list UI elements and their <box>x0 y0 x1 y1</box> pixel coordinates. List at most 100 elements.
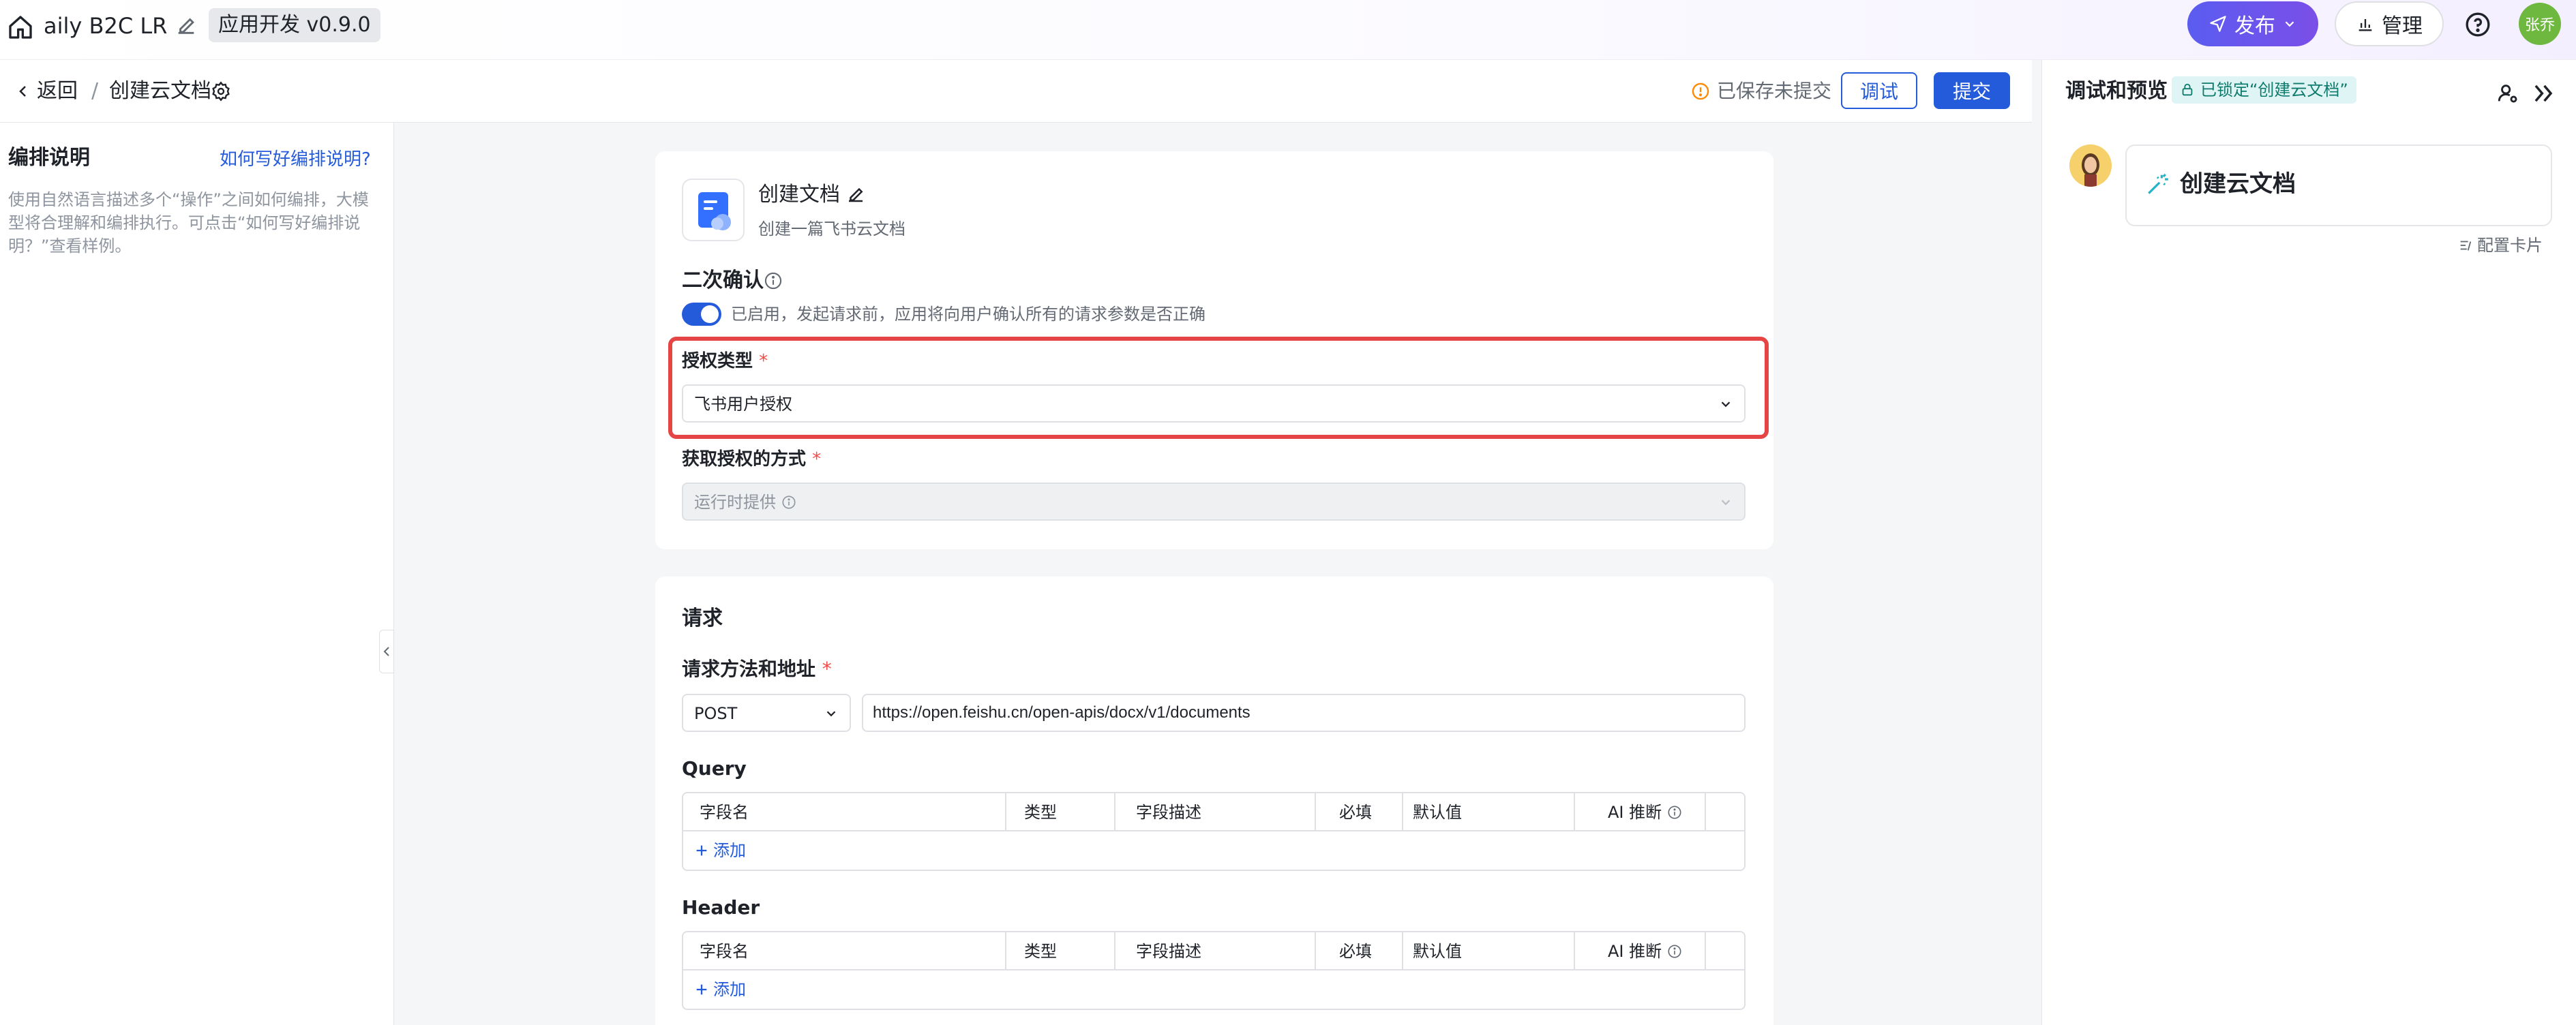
help-icon[interactable] <box>2464 11 2491 38</box>
column-divider <box>1705 793 1706 831</box>
column-header-ai-text: AI 推断 <box>1608 942 1662 961</box>
column-header: 字段描述 <box>1136 942 1201 961</box>
info-icon[interactable] <box>1667 944 1682 959</box>
config-card-button[interactable]: 配置卡片 <box>2458 233 2543 258</box>
add-header-button[interactable]: 添加 <box>694 976 746 1003</box>
auth-method-value: 运行时提供 <box>694 489 796 515</box>
auth-type-select[interactable]: 飞书用户授权 <box>682 384 1746 423</box>
plus-icon <box>696 984 707 995</box>
sidebar-collapse-handle[interactable] <box>379 630 394 673</box>
user-avatar[interactable]: 张乔 <box>2519 3 2561 45</box>
header-table: 字段名 类型 字段描述 必填 默认值 AI 推断 添加 <box>682 931 1746 1010</box>
send-icon <box>2210 16 2226 32</box>
confirm-toggle[interactable] <box>682 303 721 326</box>
double-chevron-right-icon[interactable] <box>2530 80 2556 106</box>
edit-icon[interactable] <box>175 14 198 37</box>
column-divider <box>1114 793 1115 831</box>
back-label: 返回 <box>37 79 78 103</box>
top-header: aily B2C LR 应用开发 v0.9.0 发布 管理 张乔 <box>0 0 2576 60</box>
add-label: 添加 <box>713 841 746 860</box>
debug-button[interactable]: 调试 <box>1841 72 1917 109</box>
warning-icon <box>1692 82 1709 100</box>
document-icon <box>682 179 745 241</box>
saved-status: 已保存未提交 <box>1691 78 1831 105</box>
user-settings-icon[interactable] <box>2496 82 2519 105</box>
column-divider <box>1402 932 1403 970</box>
publish-label: 发布 <box>2234 14 2275 38</box>
auth-method-label: 获取授权的方式 * <box>682 446 821 473</box>
auth-method-select: 运行时提供 <box>682 483 1746 521</box>
column-divider <box>1574 793 1575 831</box>
config-card-label: 配置卡片 <box>2477 236 2543 255</box>
column-divider <box>1114 932 1115 970</box>
column-header-ai-text: AI 推断 <box>1608 803 1662 822</box>
column-divider <box>1402 793 1403 831</box>
column-header: 字段描述 <box>1136 803 1201 822</box>
app-title: aily B2C LR <box>44 13 168 39</box>
request-section-title: 请求 <box>682 607 723 630</box>
chevron-down-icon <box>2285 21 2294 27</box>
page-subheader: 返回 / 创建云文档 已保存未提交 调试 提交 <box>0 60 2032 123</box>
column-header: 类型 <box>1024 942 1057 961</box>
column-header: 必填 <box>1339 803 1372 822</box>
column-header: 必填 <box>1339 942 1372 961</box>
saved-status-text: 已保存未提交 <box>1717 80 1832 102</box>
method-url-label-text: 请求方法和地址 <box>682 658 816 680</box>
column-divider <box>1574 932 1575 970</box>
chevron-down-icon <box>826 711 836 717</box>
required-mark: * <box>822 658 832 680</box>
column-header-ai: AI 推断 <box>1608 932 1682 970</box>
page-title: 创建云文档 <box>109 79 211 103</box>
query-title: Query <box>682 757 747 780</box>
confirm-description: 已启用，发起请求前，应用将向用户确认所有的请求参数是否正确 <box>731 305 1205 324</box>
chevron-left-icon <box>383 647 389 656</box>
help-link[interactable]: 如何写好编排说明? <box>220 146 371 173</box>
column-divider <box>1315 793 1316 831</box>
column-divider <box>1005 932 1006 970</box>
gear-icon[interactable] <box>210 80 232 102</box>
confirm-label: 二次确认 <box>682 269 764 292</box>
column-header: 字段名 <box>700 803 749 822</box>
plus-icon <box>696 845 707 856</box>
submit-button[interactable]: 提交 <box>1934 72 2010 109</box>
info-icon[interactable] <box>1667 805 1682 820</box>
version-badge: 应用开发 v0.9.0 <box>209 8 380 42</box>
info-icon[interactable] <box>764 271 783 290</box>
auth-type-value: 飞书用户授权 <box>694 395 792 414</box>
method-value: POST <box>694 704 738 723</box>
lock-icon <box>2182 83 2193 96</box>
home-icon[interactable] <box>7 14 34 41</box>
add-query-button[interactable]: 添加 <box>694 837 746 864</box>
method-select[interactable]: POST <box>682 694 851 732</box>
preview-title: 调试和预览 <box>2065 79 2168 103</box>
publish-button[interactable]: 发布 <box>2187 1 2318 46</box>
auth-method-value-text: 运行时提供 <box>694 493 776 512</box>
toggle-knob <box>701 305 719 323</box>
required-mark: * <box>759 351 768 371</box>
orchestration-sidebar: 编排说明 如何写好编排说明? 使用自然语言描述多个“操作”之间如何编排，大模型将… <box>0 123 394 1025</box>
url-input[interactable] <box>862 694 1746 732</box>
chevron-down-icon <box>1721 401 1731 408</box>
manage-label: 管理 <box>2382 14 2423 38</box>
edit-icon[interactable] <box>845 184 866 204</box>
column-header: 类型 <box>1024 803 1057 822</box>
column-header: 字段名 <box>700 942 749 961</box>
bot-avatar <box>2069 144 2112 187</box>
chevron-left-icon <box>19 86 26 97</box>
column-header-ai: AI 推断 <box>1608 793 1682 831</box>
add-label: 添加 <box>713 980 746 999</box>
column-divider <box>1705 932 1706 970</box>
required-mark: * <box>812 449 822 470</box>
tool-name: 创建文档 <box>758 183 840 206</box>
header-title: Header <box>682 896 760 919</box>
query-table-header: 字段名 类型 字段描述 必填 默认值 AI 推断 <box>683 793 1744 831</box>
tool-description: 创建一篇飞书云文档 <box>758 219 905 239</box>
manage-button[interactable]: 管理 <box>2335 1 2444 46</box>
sidebar-title: 编排说明 <box>8 146 90 170</box>
auth-type-label: 授权类型 * <box>682 348 768 375</box>
message-text: 创建云文档 <box>2180 170 2296 198</box>
auth-method-label-text: 获取授权的方式 <box>682 449 807 470</box>
header-table-header: 字段名 类型 字段描述 必填 默认值 AI 推断 <box>683 932 1744 970</box>
list-icon <box>2460 241 2472 251</box>
back-link[interactable]: 返回 <box>15 76 78 106</box>
